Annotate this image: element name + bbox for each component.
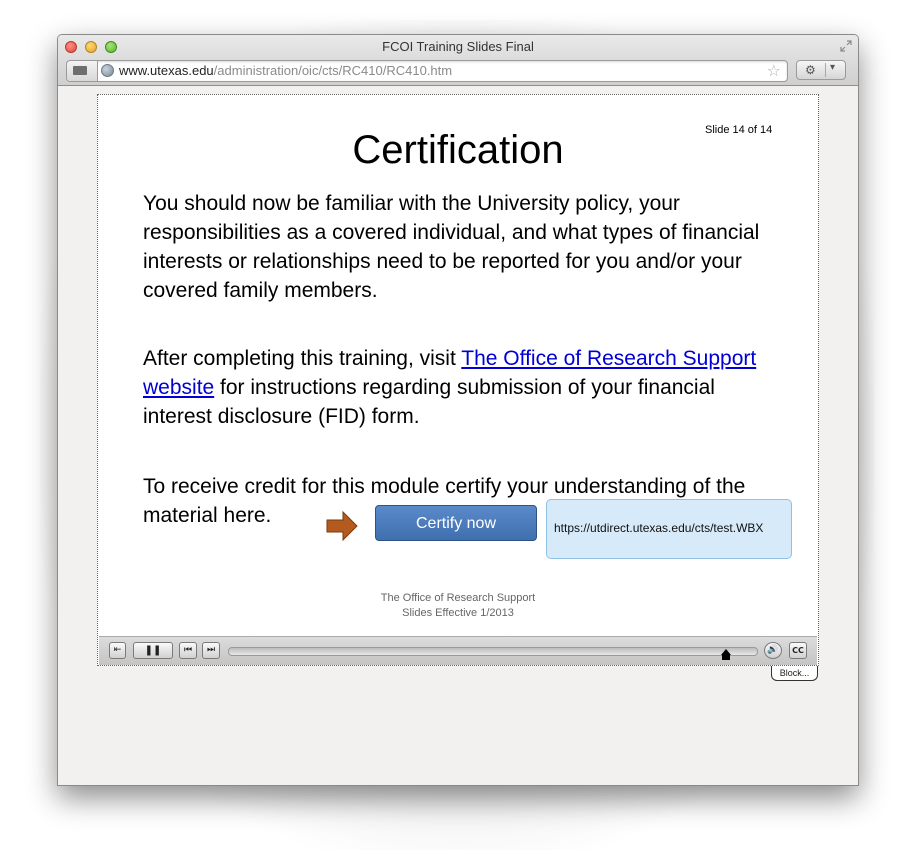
pause-icon: ❚❚ bbox=[144, 645, 162, 656]
footer-office: The Office of Research Support bbox=[380, 592, 536, 604]
url-text[interactable]: www.utexas.edu/administration/oic/cts/RC… bbox=[119, 63, 452, 78]
seek-thumb-base[interactable] bbox=[722, 655, 730, 660]
divider bbox=[825, 63, 826, 77]
browser-window: FCOI Training Slides Final www.utexas.ed… bbox=[57, 34, 859, 786]
fullscreen-icon[interactable] bbox=[840, 40, 852, 52]
exit-icon: ⇤ bbox=[113, 645, 122, 655]
arrow-right-icon bbox=[326, 511, 358, 541]
instructions-text-end: for instructions regarding submission of… bbox=[143, 376, 715, 428]
window-title: FCOI Training Slides Final bbox=[382, 39, 534, 54]
address-bar[interactable]: www.utexas.edu/administration/oic/cts/RC… bbox=[66, 60, 788, 82]
globe-icon bbox=[101, 64, 114, 77]
chevron-down-icon[interactable]: ▾ bbox=[830, 62, 835, 73]
prev-icon: ⏮ bbox=[183, 645, 193, 655]
playback-controls: ⇤ ❚❚ ⏮ ⏭ 🔊 CC bbox=[99, 636, 817, 665]
slide-title: Certification bbox=[352, 128, 564, 172]
volume-button[interactable]: 🔊 bbox=[764, 642, 782, 659]
bookmarks-icon bbox=[73, 66, 87, 75]
titlebar: FCOI Training Slides Final www.utexas.ed… bbox=[58, 35, 858, 86]
instructions-text-start: After completing this training, visit bbox=[143, 347, 462, 370]
certify-now-button[interactable]: Certify now bbox=[375, 505, 537, 541]
link-url-tooltip: https://utdirect.utexas.edu/cts/test.WBX bbox=[546, 499, 792, 559]
cc-icon: CC bbox=[792, 646, 804, 655]
pause-button[interactable]: ❚❚ bbox=[133, 642, 173, 659]
page-content: Slide 14 of 14 Certification You should … bbox=[58, 86, 858, 785]
previous-slide-button[interactable]: ⏮ bbox=[179, 642, 197, 659]
presentation-player: Slide 14 of 14 Certification You should … bbox=[97, 94, 819, 666]
slide: Slide 14 of 14 Certification You should … bbox=[99, 96, 817, 634]
volume-icon: 🔊 bbox=[767, 645, 779, 655]
closed-captions-button[interactable]: CC bbox=[789, 642, 807, 659]
url-path: /administration/oic/cts/RC410/RC410.htm bbox=[213, 63, 453, 78]
seek-bar[interactable] bbox=[228, 647, 758, 656]
bookmarks-button[interactable] bbox=[67, 61, 98, 81]
block-plugin-tab[interactable]: Block... bbox=[771, 666, 818, 681]
extensions-button[interactable]: ⚙ ▾ bbox=[796, 60, 846, 80]
star-icon[interactable]: ☆ bbox=[767, 61, 781, 81]
slide-paragraph-intro: You should now be familiar with the Univ… bbox=[143, 192, 760, 302]
next-slide-button[interactable]: ⏭ bbox=[202, 642, 220, 659]
slide-paragraph-instructions: After completing this training, visit Th… bbox=[143, 344, 783, 431]
extension-icon: ⚙ bbox=[805, 63, 816, 77]
exit-button[interactable]: ⇤ bbox=[109, 642, 126, 659]
url-host: www.utexas.edu bbox=[119, 63, 214, 78]
footer-effective-date: Slides Effective 1/2013 bbox=[402, 607, 514, 619]
next-icon: ⏭ bbox=[206, 645, 216, 655]
